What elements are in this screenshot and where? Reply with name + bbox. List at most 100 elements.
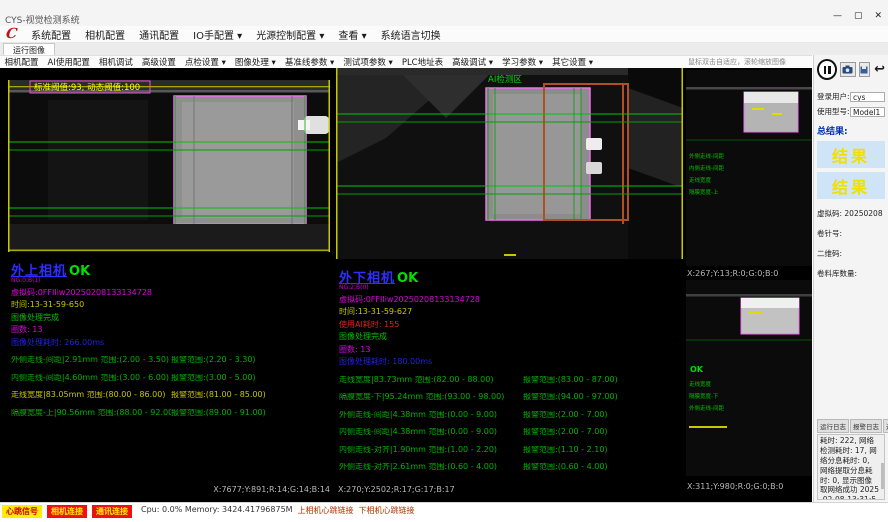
tool-advanced-debug[interactable]: 高级调试 ▾ <box>448 56 498 68</box>
menu-view[interactable]: 查看 ▾ <box>331 27 373 42</box>
upper-measurements: 外侧走线-间距|2.91mm 范围:(2.00 - 3.50) 报警范围:(2.… <box>11 356 330 417</box>
lower-camera-image[interactable]: AI检测区 <box>336 68 683 259</box>
tool-image-process[interactable]: 图像处理 ▾ <box>230 56 280 68</box>
tool-advanced-settings[interactable]: 高级设置 <box>137 56 180 68</box>
return-arrow-icon[interactable]: ↩ <box>874 63 885 76</box>
maximize-icon[interactable]: ▢ <box>854 11 863 21</box>
thumbnail-upper-coords: X:267;Y:13;R:0;G:0;B:0 <box>687 269 778 278</box>
tab-run-image[interactable]: 运行图像 <box>3 43 55 55</box>
log-text: 耗时: 222, 网络检测耗时: 17, 网络分息耗时: 0, 网络提取分息耗时… <box>820 436 879 500</box>
measurement-row: 外侧走线-间距|2.91mm 范围:(2.00 - 3.50) 报警范围:(2.… <box>11 356 330 364</box>
pause-button[interactable] <box>817 59 837 80</box>
needle-number-row: 卷针号: <box>817 228 885 239</box>
tab-strip: 运行图像 <box>0 43 888 55</box>
model-label: 使用型号: <box>817 106 850 117</box>
menu-comm-config[interactable]: 通讯配置 <box>132 27 186 42</box>
thumb-line: 隔膜宽度-上 <box>689 188 719 196</box>
stock-count-row: 卷料库数量: <box>817 268 885 279</box>
upper-camera-link-status: 上相机心跳链接 <box>298 505 354 516</box>
tool-learn-params[interactable]: 学习参数 ▾ <box>498 56 548 68</box>
upper-camera-result: OK <box>69 264 90 279</box>
save-image-button[interactable] <box>859 62 871 77</box>
tool-other-settings[interactable]: 其它设置 ▾ <box>548 56 598 68</box>
disk-icon <box>860 66 868 74</box>
login-user-row: 登录用户: cys <box>817 91 885 102</box>
camera-icon <box>842 65 853 74</box>
measurement-row: 外侧走线-间距|4.38mm 范围:(0.00 - 9.00) 报警范围:(2.… <box>339 411 683 419</box>
measurement-row: 内侧走线-间距|4.60mm 范围:(3.00 - 6.00) 报警范围:(3.… <box>11 374 330 382</box>
thumb-line: 走线宽度 <box>689 176 712 184</box>
lower-camera-coords: X:270;Y:2502;R:17;G:17;B:17 <box>338 485 455 494</box>
upper-status: 图像处理完成 <box>11 314 330 322</box>
menu-light-config[interactable]: 光源控制配置 ▾ <box>249 27 331 42</box>
thumb-line: 内侧走线-间距 <box>689 164 724 172</box>
log-tab-run[interactable]: 运行日志 <box>817 419 849 433</box>
thumbnail-lower-coords: X:311;Y:980;R:0;G:0;B:0 <box>687 482 783 491</box>
lower-ai-elapsed: 使用AI耗时: 155 <box>339 321 683 329</box>
lower-camera-view: AI检测区 外下相机OK NG:2;B(0) 虚拟码:0FFIIiw202502… <box>336 68 683 471</box>
menu-bar: C 系统配置 相机配置 通讯配置 IO手配置 ▾ 光源控制配置 ▾ 查看 ▾ 系… <box>0 26 888 43</box>
tab-highlight <box>586 138 602 150</box>
tool-test-params[interactable]: 测试项参数 ▾ <box>339 56 397 68</box>
status-bar: 心跳信号 相机连接 通讯连接 Cpu: 0.0% Memory: 3424.41… <box>0 502 888 522</box>
lower-time: 时间:13-31-59-627 <box>339 308 683 316</box>
qrcode-row: 二维码: <box>817 248 885 259</box>
lower-barcode: 虚拟码:0FFIIiw20250208133134728 <box>339 296 683 304</box>
upper-camera-image[interactable]: 标准阈值:93, 动态阈值:100 <box>8 80 330 252</box>
lower-elapsed: 图像处理耗时: 180.00ms <box>339 358 683 366</box>
cpu-memory-readout: Cpu: 0.0% Memory: 3424.41796875M <box>141 505 293 514</box>
thumb-line: 走线宽度 <box>689 380 712 388</box>
tool-camera-config[interactable]: 相机配置 <box>0 56 43 68</box>
measurement-row: 隔膜宽度-下|95.24mm 范围:(93.00 - 98.00) 报警范围:(… <box>339 393 683 401</box>
app-logo-icon: C <box>5 26 18 42</box>
upper-count: 圈数: 13 <box>11 326 330 334</box>
threshold-overlay-text: 标准阈值:93, 动态阈值:100 <box>34 82 140 93</box>
minimize-icon[interactable]: — <box>833 11 842 21</box>
total-result-label: 总结果: <box>817 124 885 137</box>
menu-system-config[interactable]: 系统配置 <box>24 27 78 42</box>
model-value[interactable]: Model1 <box>850 107 885 117</box>
tool-baseline-params[interactable]: 基准线参数 ▾ <box>280 56 338 68</box>
tool-ai-config[interactable]: AI使用配置 <box>43 56 94 68</box>
log-tabs: 运行日志 报警日志 通讯日志 <box>817 419 885 433</box>
menu-language-switch[interactable]: 系统语言切换 <box>374 27 448 42</box>
camera-connect-badge: 相机连接 <box>47 505 87 518</box>
thumb-line: 隔膜宽度-下 <box>689 392 719 400</box>
upper-time: 时间:13-31-59-650 <box>11 301 330 309</box>
log-tab-alarm[interactable]: 报警日志 <box>850 419 882 433</box>
thumb-ok-label: OK <box>690 365 704 374</box>
login-user-value[interactable]: cys <box>850 92 885 102</box>
tool-plc-address[interactable]: PLC地址表 <box>397 56 447 68</box>
measurement-row: 走线宽度|83.73mm 范围:(82.00 - 88.00) 报警范围:(83… <box>339 376 683 384</box>
thumb-line: 外侧走线-间距 <box>689 152 724 160</box>
virtual-code-row: 虚拟码: 20250208 <box>817 208 885 219</box>
lower-status: 图像处理完成 <box>339 333 683 341</box>
measurement-row: 隔膜宽度-上|90.56mm 范围:(88.00 - 92.00) 报警范围:(… <box>11 409 330 417</box>
measurement-row: 内侧走线-间距|4.38mm 范围:(0.00 - 9.00) 报警范围:(2.… <box>339 428 683 436</box>
close-icon[interactable]: ✕ <box>874 11 882 21</box>
heartbeat-badge: 心跳信号 <box>2 505 42 518</box>
tool-check-settings[interactable]: 点检设置 ▾ <box>180 56 230 68</box>
menu-io-config[interactable]: IO手配置 ▾ <box>186 27 249 42</box>
tool-camera-debug[interactable]: 相机调试 <box>94 56 137 68</box>
upper-camera-coords: X:7677;Y:891;R:14;G:14;B:14 <box>8 485 330 494</box>
mouse-hint-text: 鼠标双击自适应，滚轮缩放图像 <box>688 57 810 67</box>
login-user-label: 登录用户: <box>817 91 850 102</box>
menu-camera-config[interactable]: 相机配置 <box>78 27 132 42</box>
upper-elapsed: 图像处理耗时: 266.00ms <box>11 339 330 347</box>
lower-count: 圈数: 13 <box>339 346 683 354</box>
main-workspace: 标准阈值:93, 动态阈值:100 外上相机OK NG:0;B(1) 虚拟码:0… <box>0 68 812 502</box>
log-area[interactable]: 耗时: 222, 网络检测耗时: 17, 网络分息耗时: 0, 网络提取分息耗时… <box>817 434 885 500</box>
thumbnail-lower-image[interactable]: OK 走线宽度 隔膜宽度-下 外侧走线-间距 <box>686 280 812 476</box>
log-tab-comm[interactable]: 通讯日志 <box>883 419 888 433</box>
thumb-line: 外侧走线-间距 <box>689 404 724 412</box>
lower-camera-result: OK <box>397 271 418 286</box>
lower-measurements: 走线宽度|83.73mm 范围:(82.00 - 88.00) 报警范围:(83… <box>339 376 683 472</box>
log-scrollbar[interactable] <box>881 463 884 489</box>
control-panel: ↩ 登录用户: cys 使用型号: Model1 总结果: 结果 结果 虚拟码:… <box>813 55 888 502</box>
window-titlebar: CYS-视觉检测系统 — ▢ ✕ <box>0 0 888 26</box>
camera-capture-button[interactable] <box>840 62 855 77</box>
upper-camera-view: 标准阈值:93, 动态阈值:100 外上相机OK NG:0;B(1) 虚拟码:0… <box>8 80 330 417</box>
thumbnail-upper-image[interactable]: 外侧走线-间距 内侧走线-间距 走线宽度 隔膜宽度-上 <box>686 70 812 266</box>
upper-barcode: 虚拟码:0FFIIiw20250208133134728 <box>11 289 330 297</box>
